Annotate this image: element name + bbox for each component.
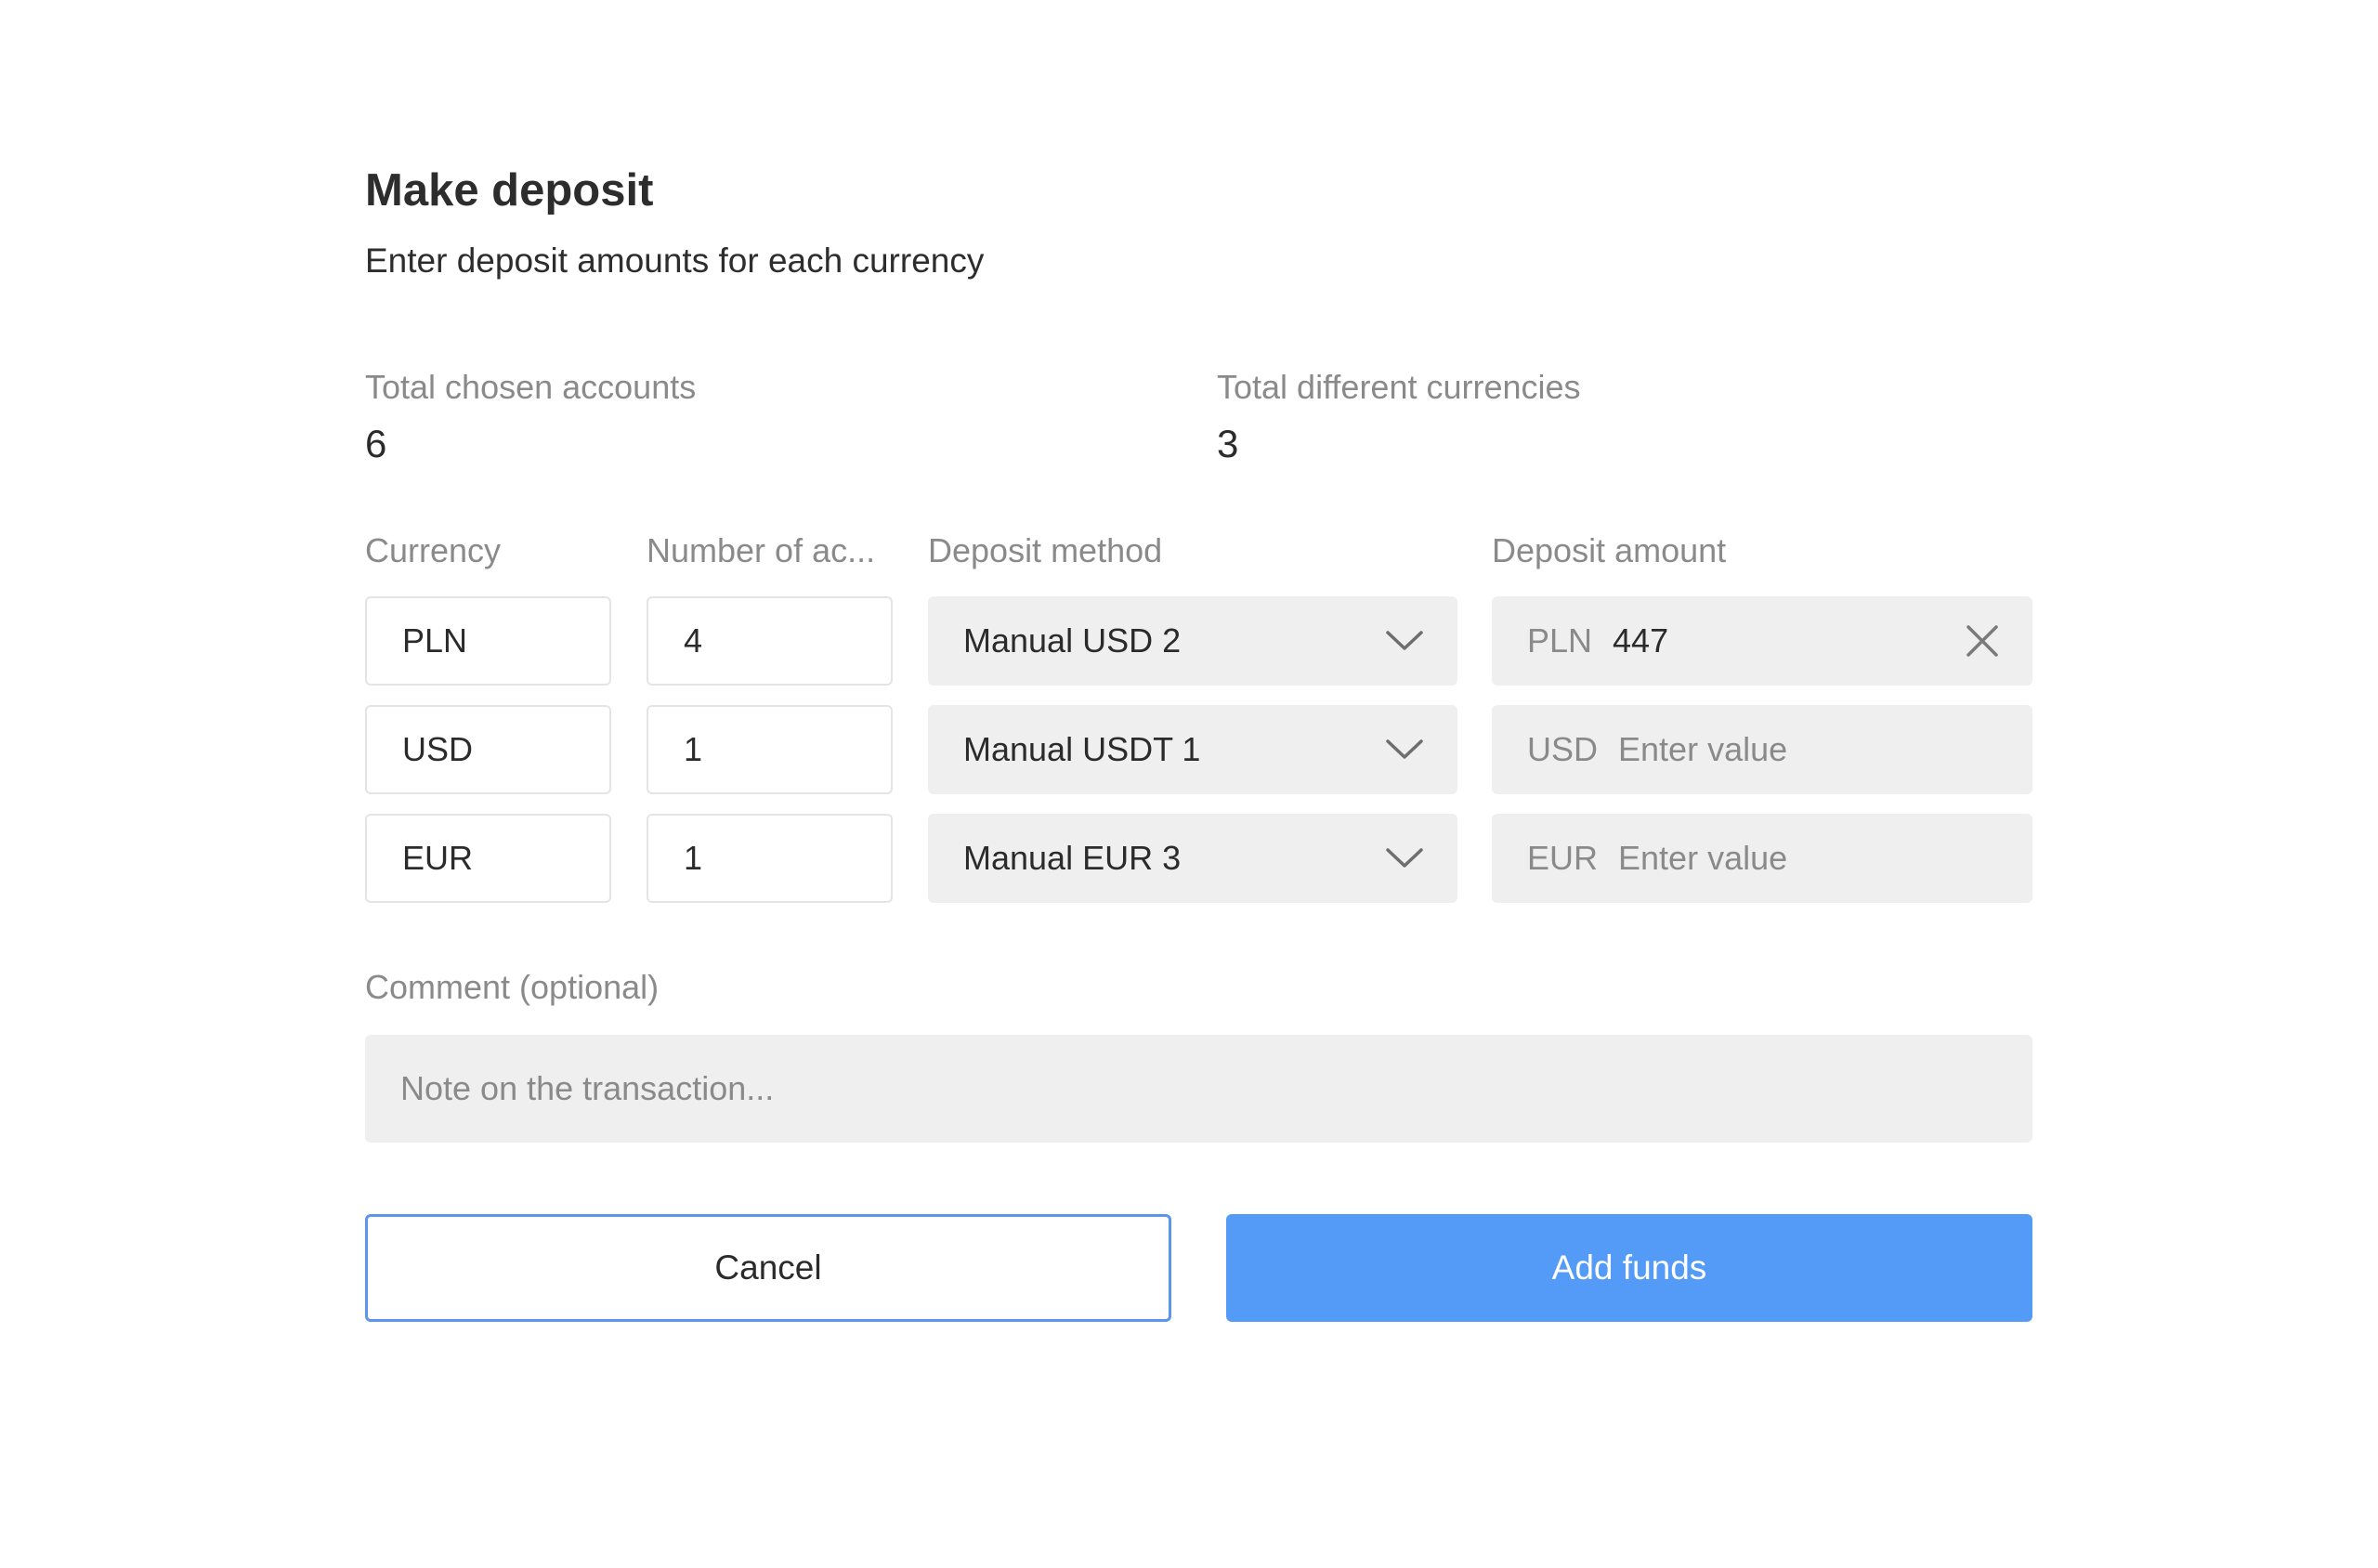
deposit-amount-input-usd[interactable]: USD Enter value <box>1492 705 2032 794</box>
close-icon[interactable] <box>1966 624 1999 658</box>
comment-placeholder: Note on the transaction... <box>400 1069 775 1107</box>
dialog-subtitle: Enter deposit amounts for each currency <box>365 242 985 280</box>
deposit-method-value: Manual USDT 1 <box>963 730 1201 768</box>
currency-field-usd[interactable]: USD <box>365 705 611 794</box>
chevron-down-icon <box>1386 848 1423 868</box>
deposit-amount-input-pln[interactable]: PLN 447 <box>1492 596 2032 686</box>
account-count-field-usd[interactable]: 1 <box>647 705 893 794</box>
column-header-currency: Currency <box>365 531 502 569</box>
currency-field-pln[interactable]: PLN <box>365 596 611 686</box>
amount-currency-prefix: PLN <box>1527 621 1593 660</box>
column-header-deposit-amount: Deposit amount <box>1492 531 1727 569</box>
deposit-method-value: Manual USD 2 <box>963 621 1182 660</box>
add-funds-button[interactable]: Add funds <box>1226 1214 2032 1322</box>
amount-placeholder: Enter value <box>1618 839 1788 877</box>
deposit-method-select-eur[interactable]: Manual EUR 3 <box>928 814 1457 903</box>
column-header-deposit-method: Deposit method <box>928 531 1163 569</box>
deposit-method-select-usd[interactable]: Manual USDT 1 <box>928 705 1457 794</box>
amount-currency-prefix: USD <box>1527 730 1599 768</box>
amount-placeholder: Enter value <box>1618 730 1788 768</box>
stat-accounts-value: 6 <box>365 422 387 465</box>
stat-currencies-value: 3 <box>1217 422 1239 465</box>
comment-label: Comment (optional) <box>365 968 660 1006</box>
currency-field-eur[interactable]: EUR <box>365 814 611 903</box>
column-header-number-of-accounts: Number of ac... <box>647 531 876 569</box>
deposit-method-value: Manual EUR 3 <box>963 839 1182 877</box>
dialog-title: Make deposit <box>365 165 654 216</box>
deposit-amount-input-eur[interactable]: EUR Enter value <box>1492 814 2032 903</box>
stat-currencies-label: Total different currencies <box>1217 368 1581 406</box>
chevron-down-icon <box>1386 631 1423 650</box>
amount-currency-prefix: EUR <box>1527 839 1599 877</box>
stat-accounts-label: Total chosen accounts <box>365 368 697 406</box>
stat-total-currencies: Total different currencies 3 <box>1217 364 1581 472</box>
stat-total-accounts: Total chosen accounts 6 <box>365 364 696 472</box>
account-count-field-pln[interactable]: 4 <box>647 596 893 686</box>
amount-value: 447 <box>1613 621 1669 660</box>
cancel-button[interactable]: Cancel <box>365 1214 1171 1322</box>
comment-input[interactable]: Note on the transaction... <box>365 1035 2032 1143</box>
account-count-field-eur[interactable]: 1 <box>647 814 893 903</box>
deposit-method-select-pln[interactable]: Manual USD 2 <box>928 596 1457 686</box>
chevron-down-icon <box>1386 739 1423 759</box>
